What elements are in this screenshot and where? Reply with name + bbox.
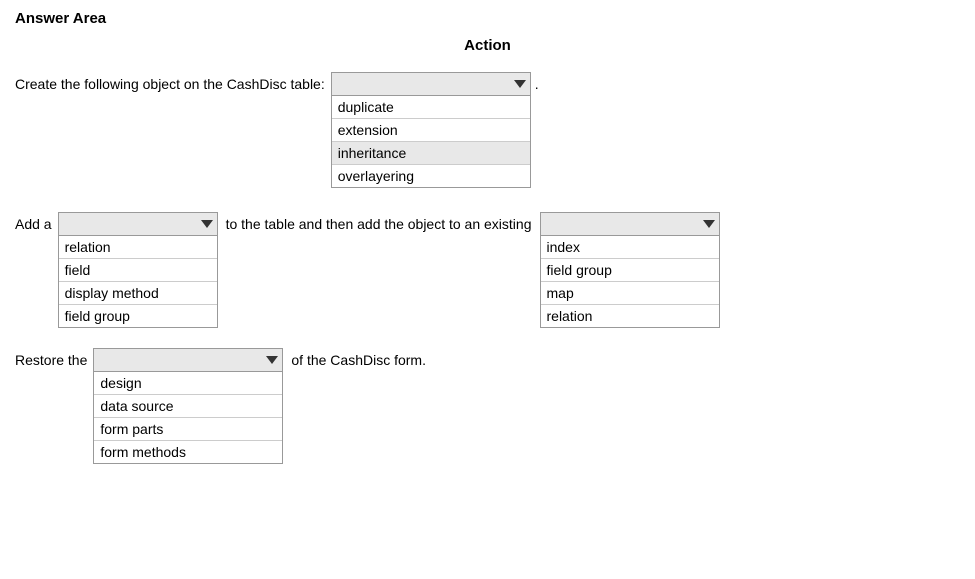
- answer-area-title: Answer Area: [15, 10, 960, 27]
- row3-label-start: Restore the: [15, 348, 87, 368]
- row1-dropdown-arrow-icon: [514, 80, 526, 88]
- row2-dropdown-right[interactable]: index field group map relation: [540, 212, 720, 328]
- row3: Restore the design data source form part…: [15, 348, 960, 464]
- list-item[interactable]: field: [59, 259, 217, 282]
- row2-dropdown-left-header[interactable]: [58, 212, 218, 236]
- row1-period: .: [535, 72, 539, 92]
- list-item[interactable]: design: [94, 372, 282, 395]
- list-item[interactable]: data source: [94, 395, 282, 418]
- action-title: Action: [15, 37, 960, 54]
- row1-label: Create the following object on the CashD…: [15, 72, 325, 92]
- row2-dropdown-left-list: relation field display method field grou…: [58, 236, 218, 328]
- list-item[interactable]: field group: [541, 259, 719, 282]
- list-item[interactable]: extension: [332, 119, 530, 142]
- row3-dropdown-list: design data source form parts form metho…: [93, 372, 283, 464]
- list-item[interactable]: relation: [59, 236, 217, 259]
- list-item[interactable]: index: [541, 236, 719, 259]
- row2-dropdown-right-arrow-icon: [703, 220, 715, 228]
- row3-dropdown-header[interactable]: [93, 348, 283, 372]
- list-item[interactable]: display method: [59, 282, 217, 305]
- row2-dropdown-left-arrow-icon: [201, 220, 213, 228]
- row2: Add a relation field display method fiel…: [15, 212, 960, 328]
- row1-dropdown[interactable]: duplicate extension inheritance overlaye…: [331, 72, 531, 188]
- row2-label-start: Add a: [15, 212, 52, 232]
- row2-dropdown-left[interactable]: relation field display method field grou…: [58, 212, 218, 328]
- list-item[interactable]: duplicate: [332, 96, 530, 119]
- list-item[interactable]: relation: [541, 305, 719, 327]
- list-item[interactable]: form parts: [94, 418, 282, 441]
- list-item[interactable]: field group: [59, 305, 217, 327]
- list-item[interactable]: inheritance: [332, 142, 530, 165]
- row2-label-middle: to the table and then add the object to …: [226, 212, 532, 232]
- row1-dropdown-list: duplicate extension inheritance overlaye…: [331, 96, 531, 188]
- row3-label-end: of the CashDisc form.: [291, 348, 426, 368]
- row3-dropdown[interactable]: design data source form parts form metho…: [93, 348, 283, 464]
- list-item[interactable]: form methods: [94, 441, 282, 463]
- list-item[interactable]: overlayering: [332, 165, 530, 187]
- list-item[interactable]: map: [541, 282, 719, 305]
- row1: Create the following object on the CashD…: [15, 72, 960, 188]
- row2-dropdown-right-list: index field group map relation: [540, 236, 720, 328]
- row1-dropdown-header[interactable]: [331, 72, 531, 96]
- row2-dropdown-right-header[interactable]: [540, 212, 720, 236]
- row3-dropdown-arrow-icon: [266, 356, 278, 364]
